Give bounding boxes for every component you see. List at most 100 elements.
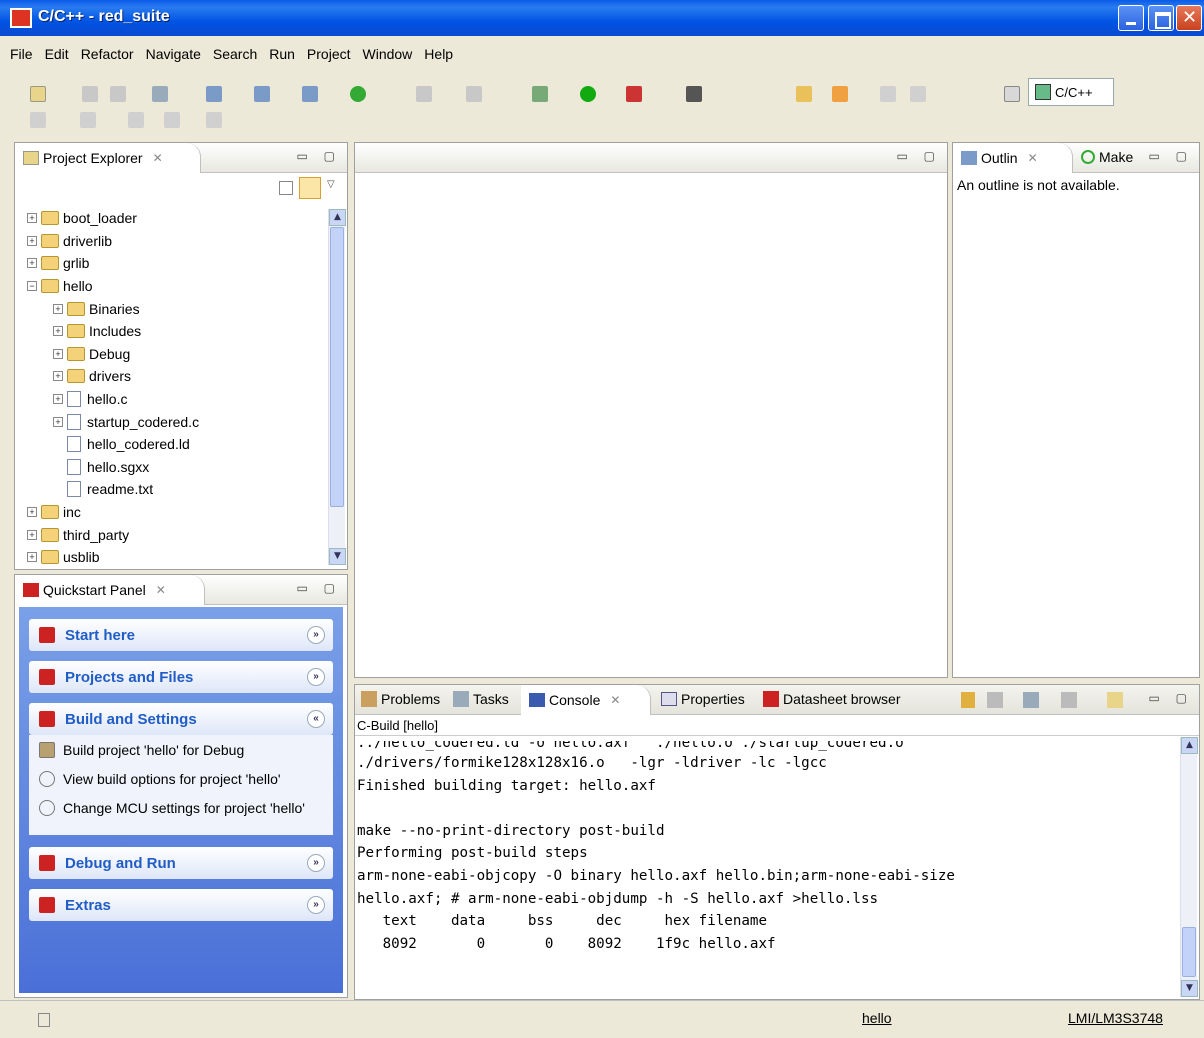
scroll-down-icon[interactable]: ▼ [1181,980,1198,997]
title-bar[interactable]: C/C++ - red_suite ✕ [0,0,1204,36]
display-console-icon[interactable] [1061,692,1077,708]
expand-icon[interactable]: + [53,416,63,427]
debug-icon[interactable] [532,86,548,102]
menu-file[interactable]: File [10,46,33,62]
menu-edit[interactable]: Edit [45,46,69,62]
save-icon[interactable] [82,86,98,102]
minimize-maximize-icon[interactable]: ▭ ▢ [1149,149,1194,163]
expand-icon[interactable]: + [53,348,63,359]
view-menu-icon[interactable]: ▽ [327,179,335,190]
explorer-scrollbar[interactable]: ▲ ▼ [328,209,346,565]
pin-console-icon[interactable] [1023,692,1039,708]
print-icon[interactable] [110,86,126,102]
section-build-settings[interactable]: Build and Settings « [29,703,333,735]
run-icon[interactable] [580,86,596,102]
open-console-icon[interactable] [1107,692,1123,708]
tree-item[interactable]: + driverlib [19,230,339,253]
build-icon[interactable] [416,86,432,102]
new-icon[interactable] [30,86,46,102]
maximize-button[interactable] [1148,5,1174,31]
chip-icon[interactable] [686,86,702,102]
section-debug-run[interactable]: Debug and Run » [29,847,333,879]
pen-icon[interactable] [832,86,848,102]
new-class-icon[interactable] [350,86,366,102]
menu-navigate[interactable]: Navigate [146,46,201,62]
minimize-maximize-icon[interactable]: ▭ ▢ [897,149,942,163]
tab-quickstart[interactable]: Quickstart Panel ✕ [15,575,205,605]
scroll-up-icon[interactable]: ▲ [1181,737,1198,754]
tree-item[interactable]: + inc [19,501,339,524]
section-start-here[interactable]: Start here » [29,619,333,651]
open-folder-icon[interactable] [796,86,812,102]
next-annotation-icon[interactable] [30,112,46,128]
scroll-thumb[interactable] [1182,927,1196,977]
tree-item[interactable]: + hello.c [19,388,339,411]
scroll-lock-icon[interactable] [961,692,975,708]
menu-refactor[interactable]: Refactor [81,46,134,62]
tab-make[interactable]: Make [1081,149,1133,165]
tab-problems[interactable]: Problems [361,691,440,707]
minimize-maximize-icon[interactable]: ▭ ▢ [297,581,342,595]
menu-window[interactable]: Window [363,46,413,62]
console-output[interactable]: ../hello_codered.ld -o"hello.axf" ./hell… [357,741,1177,955]
binary-icon[interactable] [152,86,168,102]
tree-item[interactable]: + third_party [19,523,339,546]
build-project-link[interactable]: Build project 'hello' for Debug [29,735,333,764]
expand-icon[interactable]: + [53,394,63,405]
refresh-icon[interactable] [466,86,482,102]
tree-item[interactable]: + usblib [19,546,339,569]
minimize-maximize-icon[interactable]: ▭ ▢ [297,149,342,163]
minimize-maximize-icon[interactable]: ▭ ▢ [1149,691,1194,705]
back-icon[interactable] [164,112,180,128]
collapse-icon[interactable]: « [307,710,325,728]
new-folder-icon[interactable] [254,86,270,102]
collapse-icon[interactable]: − [27,281,37,292]
scroll-thumb[interactable] [330,227,344,507]
section-projects-files[interactable]: Projects and Files » [29,661,333,693]
menu-run[interactable]: Run [269,46,295,62]
new-c-project-icon[interactable] [206,86,222,102]
expand-icon[interactable]: » [307,668,325,686]
menu-project[interactable]: Project [307,46,351,62]
external-tools-icon[interactable] [626,86,642,102]
tree-item[interactable]: hello_codered.ld [19,433,339,456]
expand-icon[interactable]: + [27,258,37,269]
expand-icon[interactable]: + [27,552,37,563]
show-whitespace-icon[interactable] [880,86,896,102]
close-icon[interactable]: ✕ [153,151,163,165]
tree-item[interactable]: + grlib [19,252,339,275]
menu-search[interactable]: Search [213,46,257,62]
link-editor-icon[interactable] [299,177,321,199]
status-project[interactable]: hello [862,1010,892,1026]
fast-view-icon[interactable] [38,1013,50,1027]
expand-icon[interactable]: + [27,235,37,246]
tab-tasks[interactable]: Tasks [453,691,509,707]
tree-item[interactable]: + boot_loader [19,207,339,230]
tab-outline[interactable]: Outlin ✕ [953,143,1073,173]
expand-icon[interactable]: + [53,371,63,382]
prev-annotation-icon[interactable] [80,112,96,128]
expand-icon[interactable]: » [307,854,325,872]
new-source-icon[interactable] [302,86,318,102]
clear-console-icon[interactable] [987,692,1003,708]
close-icon[interactable]: ✕ [156,583,166,597]
expand-icon[interactable]: » [307,896,325,914]
tree-item[interactable]: + Includes [19,320,339,343]
expand-icon[interactable]: + [27,529,37,540]
block-select-icon[interactable] [910,86,926,102]
section-extras[interactable]: Extras » [29,889,333,921]
tree-item[interactable]: + Binaries [19,297,339,320]
tab-datasheet[interactable]: Datasheet browser [763,691,901,707]
status-device[interactable]: LMI/LM3S3748 [1068,1010,1163,1026]
forward-icon[interactable] [206,112,222,128]
tree-item[interactable]: − hello [19,275,339,298]
tab-project-explorer[interactable]: Project Explorer ✕ [15,143,201,173]
expand-icon[interactable]: + [27,213,37,224]
expand-icon[interactable]: + [27,507,37,518]
tree-item[interactable]: readme.txt [19,478,339,501]
close-icon[interactable]: ✕ [610,693,620,707]
collapse-all-icon[interactable] [279,181,293,195]
minimize-button[interactable] [1118,5,1144,31]
expand-icon[interactable]: + [53,303,63,314]
expand-icon[interactable]: » [307,626,325,644]
